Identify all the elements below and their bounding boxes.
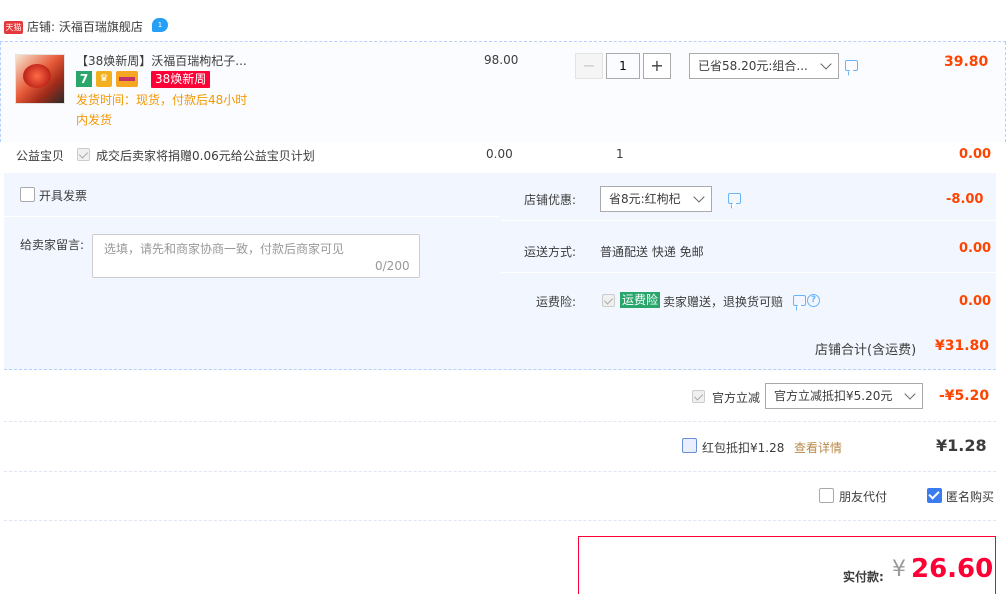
store-header <box>0 0 1006 42</box>
gov-discount-label: 官方立减 <box>712 391 761 405</box>
divider <box>4 421 996 422</box>
invoice-checkbox[interactable] <box>20 187 35 202</box>
product-thumbnail-goji <box>23 64 51 88</box>
gov-discount-select[interactable]: 官方立减抵扣¥5.20元 <box>765 383 923 409</box>
item-total: 39.80 <box>944 54 989 70</box>
store-discount-select[interactable]: 省8元:红枸杞 <box>600 186 712 212</box>
chevron-down-icon <box>693 191 705 203</box>
shipping-label: 运送方式: <box>524 245 577 259</box>
help-icon[interactable]: ? <box>807 294 820 307</box>
comment-icon[interactable] <box>728 193 741 204</box>
insurance-checkbox <box>602 294 615 307</box>
quantity-plus-button[interactable]: + <box>643 53 671 79</box>
insurance-label: 运费险: <box>536 295 577 309</box>
divider <box>4 471 996 472</box>
payment-currency: ¥ <box>892 557 906 582</box>
store-discount-value: -8.00 <box>946 192 984 207</box>
store-sum-value: ¥31.80 <box>935 338 990 354</box>
red-packet-checkbox[interactable] <box>682 438 697 453</box>
promo-tag: 38焕新周 <box>151 71 211 88</box>
chat-icon[interactable]: 1 <box>152 18 168 32</box>
store-discount-selected: 省8元:红枸杞 <box>609 192 681 206</box>
quantity-input[interactable]: 1 <box>606 53 640 79</box>
charity-total: 0.00 <box>959 147 992 162</box>
store-sum-label: 店铺合计(含运费) <box>815 343 917 358</box>
insurance-value: 0.00 <box>959 294 992 309</box>
charity-quantity: 1 <box>616 147 624 161</box>
tmall-badge: 天猫 <box>4 21 23 34</box>
store-name[interactable]: 店铺: 沃福百瑞旗舰店 <box>27 18 143 35</box>
comment-icon[interactable] <box>793 295 806 306</box>
anonymous-label[interactable]: 匿名购买 <box>946 488 994 505</box>
quantity-minus-button[interactable]: − <box>575 53 603 79</box>
shipping-value: 0.00 <box>959 241 992 256</box>
gov-discount-checkbox <box>692 390 705 403</box>
insurance-tag: 运费险 <box>620 292 661 308</box>
chevron-down-icon <box>904 388 916 400</box>
red-packet-value: ¥1.28 <box>936 436 987 455</box>
combo-discount-value: 已省58.20元:组合... <box>698 59 808 73</box>
credit-card-icon[interactable] <box>116 71 138 87</box>
charity-price: 0.00 <box>486 147 513 161</box>
charity-checkbox <box>77 148 90 161</box>
invoice-label[interactable]: 开具发票 <box>39 187 87 204</box>
seller-message-count: 0/200 <box>375 259 410 273</box>
gov-discount-selected: 官方立减抵扣¥5.20元 <box>774 389 893 403</box>
anonymous-checkbox[interactable] <box>927 488 942 503</box>
seven-day-return-icon[interactable]: 7 <box>76 71 92 87</box>
charity-label: 公益宝贝 <box>16 149 65 163</box>
unit-price: 98.00 <box>484 53 519 67</box>
divider <box>4 520 996 521</box>
guarantee-shield-icon[interactable]: ♛ <box>96 71 112 87</box>
friend-pay-checkbox[interactable] <box>819 488 834 503</box>
ship-time: 发货时间：现货，付款后48小时内发货 <box>76 93 248 127</box>
gov-discount-value: -¥5.20 <box>939 388 990 404</box>
charity-text: 成交后卖家将捐赠0.06元给公益宝贝计划 <box>96 149 315 163</box>
red-packet-label[interactable]: 红包抵扣¥1.28 <box>702 439 784 456</box>
red-packet-details-link[interactable]: 查看详情 <box>794 439 842 456</box>
combo-discount-select[interactable]: 已省58.20元:组合... <box>689 53 839 79</box>
message-label: 给卖家留言: <box>20 238 85 252</box>
payment-label: 实付款: <box>843 570 884 584</box>
shipping-method: 普通配送 快递 免邮 <box>600 245 704 259</box>
chevron-down-icon <box>820 58 832 70</box>
comment-icon[interactable] <box>845 60 858 71</box>
insurance-text: 卖家赠送，退换货可赔 <box>663 295 784 309</box>
friend-pay-label[interactable]: 朋友代付 <box>839 488 887 505</box>
item-title[interactable]: 【38焕新周】沃福百瑞枸杞子... <box>76 52 247 69</box>
store-discount-label: 店铺优惠: <box>524 193 577 207</box>
payment-amount: 26.60 <box>911 554 994 584</box>
seller-message-placeholder: 选填，请先和商家协商一致，付款后商家可见 <box>104 242 345 256</box>
